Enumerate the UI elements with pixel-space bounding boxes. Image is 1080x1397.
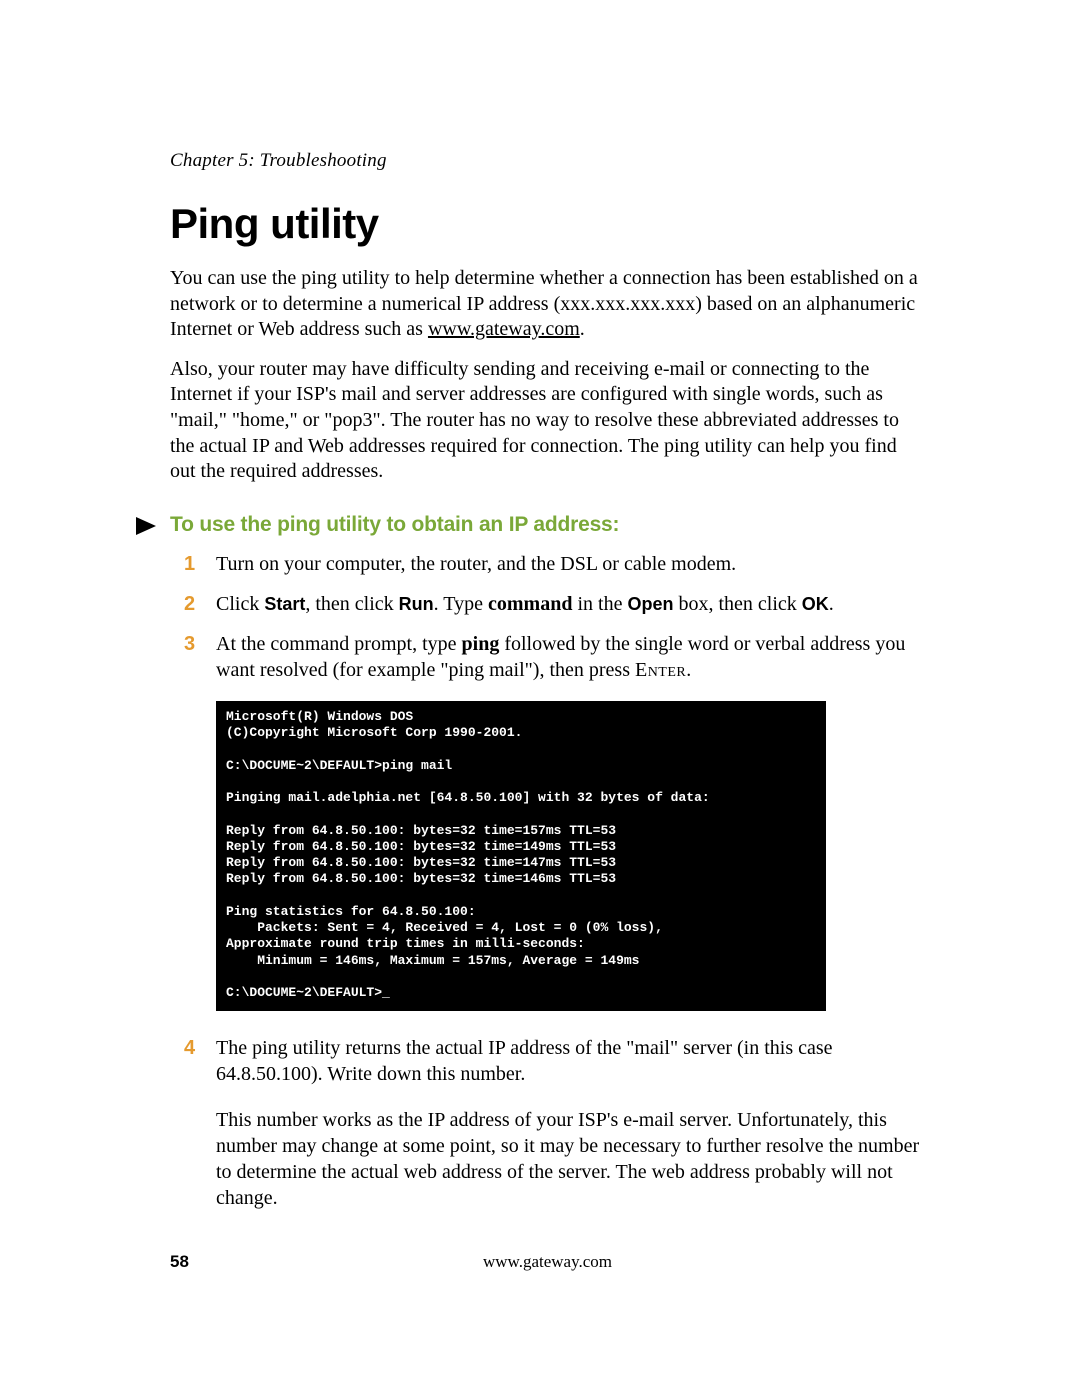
term-line: Approximate round trip times in milli-se… xyxy=(226,936,585,951)
step-4: 4 The ping utility returns the actual IP… xyxy=(170,1035,925,1087)
page-number: 58 xyxy=(170,1252,189,1272)
step-1: 1 Turn on your computer, the router, and… xyxy=(170,551,925,577)
step-2: 2 Click Start, then click Run. Type comm… xyxy=(170,591,925,617)
term-line: Minimum = 146ms, Maximum = 157ms, Averag… xyxy=(226,953,639,968)
step-number: 2 xyxy=(184,591,195,617)
term-line: Ping statistics for 64.8.50.100: xyxy=(226,904,476,919)
step-3-c: . xyxy=(686,659,691,681)
term-line: Packets: Sent = 4, Received = 4, Lost = … xyxy=(226,920,663,935)
ui-label-open: Open xyxy=(627,594,673,614)
step-3-a: At the command prompt, type xyxy=(216,633,462,655)
step-1-text: Turn on your computer, the router, and t… xyxy=(216,553,736,575)
step-4-followup: This number works as the IP address of y… xyxy=(216,1107,925,1211)
term-line: Reply from 64.8.50.100: bytes=32 time=14… xyxy=(226,839,616,854)
step-2-e: box, then click xyxy=(673,593,801,615)
step-2-f: . xyxy=(829,593,834,615)
step-list-continued: 4 The ping utility returns the actual IP… xyxy=(170,1035,925,1087)
chapter-header: Chapter 5: Troubleshooting xyxy=(170,150,925,172)
intro-link[interactable]: www.gateway.com xyxy=(428,318,580,340)
typed-command: command xyxy=(488,593,572,615)
intro-p1-suffix: . xyxy=(580,318,585,340)
terminal-screenshot: Microsoft(R) Windows DOS (C)Copyright Mi… xyxy=(216,701,826,1012)
page-title: Ping utility xyxy=(170,200,925,248)
arrow-icon xyxy=(134,515,160,537)
term-line: Microsoft(R) Windows DOS xyxy=(226,709,413,724)
step-2-b: , then click xyxy=(305,593,398,615)
ui-label-run: Run xyxy=(399,594,434,614)
term-line: (C)Copyright Microsoft Corp 1990-2001. xyxy=(226,725,522,740)
subheading-text: To use the ping utility to obtain an IP … xyxy=(170,513,619,536)
step-number: 1 xyxy=(184,551,195,577)
step-list: 1 Turn on your computer, the router, and… xyxy=(170,551,925,683)
keyboard-enter: Enter xyxy=(635,659,686,681)
term-line: Reply from 64.8.50.100: bytes=32 time=14… xyxy=(226,871,616,886)
footer-url: www.gateway.com xyxy=(483,1252,612,1272)
step-4-text: The ping utility returns the actual IP a… xyxy=(216,1037,833,1085)
term-line: C:\DOCUME~2\DEFAULT>ping mail xyxy=(226,758,452,773)
step-3: 3 At the command prompt, type ping follo… xyxy=(170,631,925,683)
term-line: Reply from 64.8.50.100: bytes=32 time=14… xyxy=(226,855,616,870)
typed-ping: ping xyxy=(462,633,500,655)
intro-paragraph-2: Also, your router may have difficulty se… xyxy=(170,357,925,485)
step-number: 4 xyxy=(184,1035,195,1061)
term-line: Reply from 64.8.50.100: bytes=32 time=15… xyxy=(226,823,616,838)
term-line: C:\DOCUME~2\DEFAULT>_ xyxy=(226,985,390,1000)
term-line: Pinging mail.adelphia.net [64.8.50.100] … xyxy=(226,790,710,805)
subheading-wrap: To use the ping utility to obtain an IP … xyxy=(170,513,925,537)
document-page: Chapter 5: Troubleshooting Ping utility … xyxy=(0,0,1080,1397)
intro-paragraph-1: You can use the ping utility to help det… xyxy=(170,266,925,343)
step-2-d: in the xyxy=(572,593,627,615)
step-2-a: Click xyxy=(216,593,264,615)
step-number: 3 xyxy=(184,631,195,657)
ui-label-ok: OK xyxy=(802,594,829,614)
ui-label-start: Start xyxy=(264,594,305,614)
step-2-c: . Type xyxy=(434,593,488,615)
